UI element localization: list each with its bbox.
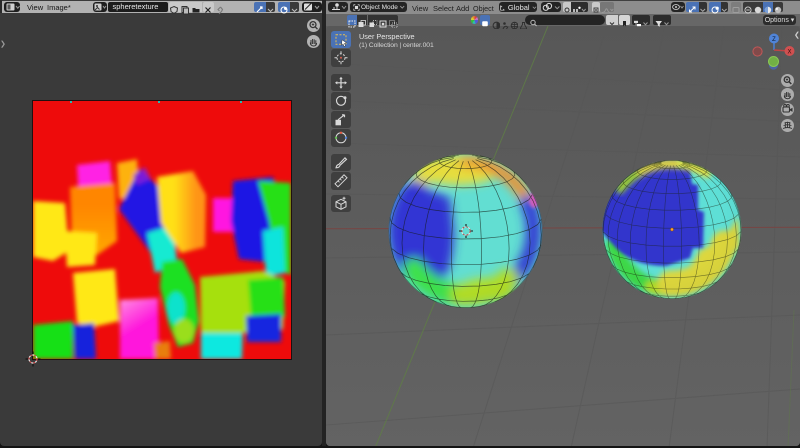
svg-text:X: X xyxy=(787,50,791,56)
svg-text:Z: Z xyxy=(772,37,776,43)
